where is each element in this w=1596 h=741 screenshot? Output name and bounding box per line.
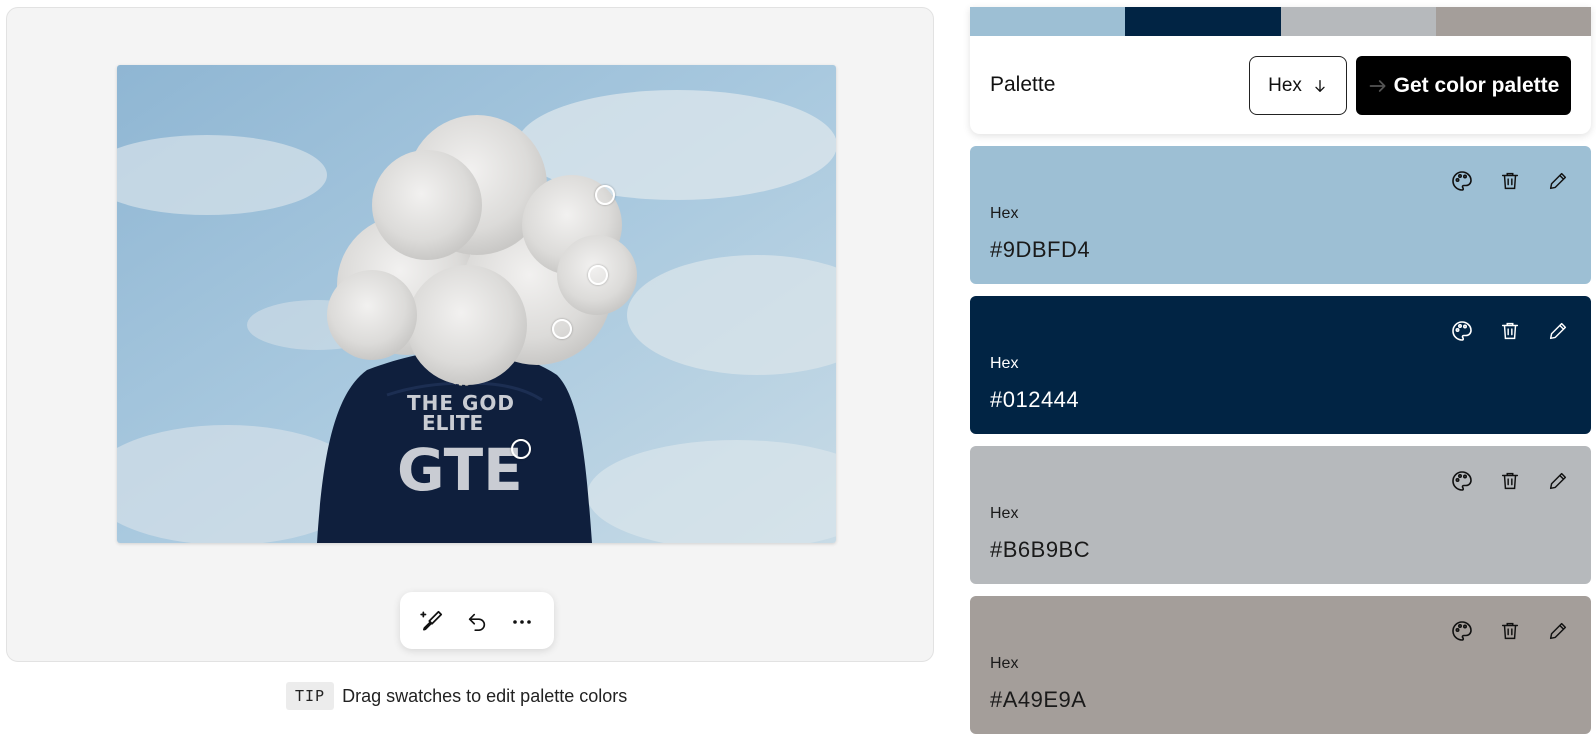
swatch-actions: [1449, 168, 1571, 194]
swatch-actions: [1449, 618, 1571, 644]
color-marker[interactable]: [595, 185, 615, 205]
trash-icon: [1501, 172, 1519, 190]
swatch-edit-button[interactable]: [1545, 468, 1571, 494]
swatch-actions: [1449, 318, 1571, 344]
swatch-format-label: Hex: [990, 505, 1019, 522]
image-toolbar: [400, 592, 554, 649]
svg-text:GTE: GTE: [397, 436, 523, 504]
swatch-shades-button[interactable]: [1449, 468, 1475, 494]
color-marker[interactable]: [511, 439, 531, 459]
palette-icon: [1452, 621, 1472, 641]
undo-icon: [468, 613, 486, 631]
strip-color[interactable]: [1280, 7, 1436, 36]
more-options-button[interactable]: [503, 602, 541, 640]
pencil-icon: [1549, 472, 1567, 490]
swatch-delete-button[interactable]: [1497, 168, 1523, 194]
swatch-hex-value[interactable]: #012444: [990, 387, 1079, 413]
swatch-edit-button[interactable]: [1545, 618, 1571, 644]
palette-strip: [970, 7, 1591, 36]
palette-title: Palette: [990, 73, 1056, 96]
palette-panel: Palette Hex Get color palette Hex #9DBFD…: [970, 7, 1591, 734]
image-panel: THE GOD ELITE GTE: [6, 7, 934, 662]
swatch-delete-button[interactable]: [1497, 318, 1523, 344]
swatch-hex-value[interactable]: #A49E9A: [990, 687, 1086, 713]
format-select-value: Hex: [1268, 74, 1302, 96]
strip-color[interactable]: [1435, 7, 1591, 36]
undo-button[interactable]: [458, 602, 496, 640]
swatch-shades-button[interactable]: [1449, 168, 1475, 194]
color-marker[interactable]: [588, 265, 608, 285]
tip-row: TIP Drag swatches to edit palette colors: [286, 682, 627, 710]
color-swatch[interactable]: Hex #A49E9A: [970, 596, 1591, 734]
more-icon: [512, 619, 531, 624]
palette-header-card: Palette Hex Get color palette: [970, 7, 1591, 134]
swatch-delete-button[interactable]: [1497, 468, 1523, 494]
swatch-actions: [1449, 468, 1571, 494]
photo-image: THE GOD ELITE GTE: [117, 65, 836, 543]
color-marker[interactable]: [552, 319, 572, 339]
get-palette-button[interactable]: Get color palette: [1356, 56, 1571, 115]
swatch-hex-value[interactable]: #B6B9BC: [990, 537, 1090, 563]
color-swatch[interactable]: Hex #B6B9BC: [970, 446, 1591, 584]
tip-text: Drag swatches to edit palette colors: [342, 685, 628, 706]
swatch-format-label: Hex: [990, 205, 1019, 222]
palette-icon: [1452, 471, 1472, 491]
source-photo[interactable]: THE GOD ELITE GTE: [117, 65, 836, 543]
svg-text:ELITE: ELITE: [422, 411, 483, 435]
swatch-hex-value[interactable]: #9DBFD4: [990, 237, 1090, 263]
swatch-delete-button[interactable]: [1497, 618, 1523, 644]
format-select[interactable]: Hex: [1249, 56, 1347, 115]
tip-badge: TIP: [286, 682, 335, 710]
pencil-icon: [1549, 172, 1567, 190]
arrow-down-icon: [1315, 79, 1325, 92]
arrow-right-icon: [1369, 79, 1386, 92]
swatch-edit-button[interactable]: [1545, 168, 1571, 194]
trash-icon: [1501, 622, 1519, 640]
swatch-edit-button[interactable]: [1545, 318, 1571, 344]
get-palette-label: Get color palette: [1393, 73, 1560, 97]
pencil-icon: [1549, 322, 1567, 340]
color-swatch[interactable]: Hex #012444: [970, 296, 1591, 434]
trash-icon: [1501, 472, 1519, 490]
swatch-shades-button[interactable]: [1449, 318, 1475, 344]
strip-color[interactable]: [1125, 7, 1281, 36]
palette-icon: [1452, 171, 1472, 191]
eyedropper-add-icon: [420, 610, 443, 631]
add-eyedropper-button[interactable]: [413, 602, 451, 640]
swatch-format-label: Hex: [990, 655, 1019, 672]
strip-color[interactable]: [970, 7, 1126, 36]
swatch-shades-button[interactable]: [1449, 618, 1475, 644]
pencil-icon: [1549, 622, 1567, 640]
color-swatch[interactable]: Hex #9DBFD4: [970, 146, 1591, 284]
trash-icon: [1501, 322, 1519, 340]
palette-icon: [1452, 321, 1472, 341]
swatch-format-label: Hex: [990, 355, 1019, 372]
